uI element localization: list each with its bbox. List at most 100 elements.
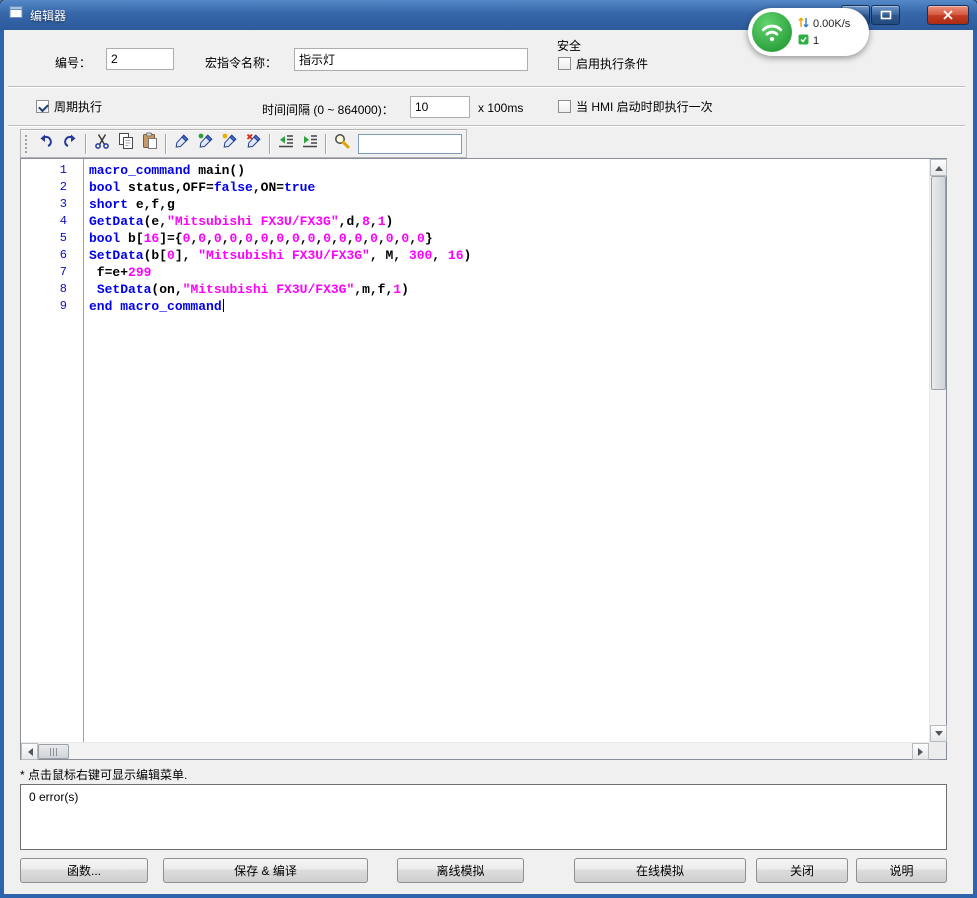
indent-decrease-icon bbox=[277, 132, 295, 155]
scroll-left-button[interactable] bbox=[21, 743, 38, 760]
help-button[interactable]: 说明 bbox=[856, 858, 947, 883]
copy-icon bbox=[117, 132, 135, 155]
scrollbar-corner bbox=[929, 742, 946, 759]
paste-button[interactable] bbox=[138, 132, 162, 156]
offline-simulate-button[interactable]: 离线模拟 bbox=[397, 858, 524, 883]
code-line[interactable]: 7 f=e+299 bbox=[21, 264, 929, 281]
line-number: 1 bbox=[21, 162, 67, 179]
code-line[interactable]: 3short e,f,g bbox=[21, 196, 929, 213]
arrow-right-icon bbox=[918, 748, 927, 756]
editor-window: 编辑器 编号： 宏指令名称： 安全 启用执行条件 周期执行 时间间隔 (0 ~ … bbox=[0, 0, 977, 898]
periodic-checkbox[interactable]: 周期执行 bbox=[36, 98, 102, 115]
interval-input[interactable] bbox=[410, 96, 470, 118]
horizontal-scroll-thumb[interactable] bbox=[38, 744, 69, 759]
run-on-start-checkbox[interactable]: 当 HMI 启动时即执行一次 bbox=[558, 98, 713, 115]
undo-button[interactable] bbox=[34, 132, 58, 156]
cut-icon bbox=[93, 132, 111, 155]
enable-condition-label: 启用执行条件 bbox=[576, 55, 648, 72]
scroll-right-button[interactable] bbox=[912, 743, 929, 760]
horizontal-scrollbar[interactable] bbox=[21, 742, 929, 759]
bookmark-clear-button[interactable] bbox=[242, 132, 266, 156]
cut-button[interactable] bbox=[90, 132, 114, 156]
line-number: 8 bbox=[21, 281, 67, 298]
security-label: 安全 bbox=[557, 37, 581, 54]
badge-count-text: 1 bbox=[813, 35, 819, 47]
macro-name-label: 宏指令名称： bbox=[205, 54, 277, 71]
code-line[interactable]: 4GetData(e,"Mitsubishi FX3U/FX3G",d,8,1) bbox=[21, 213, 929, 230]
scroll-down-button[interactable] bbox=[930, 725, 947, 742]
vertical-scroll-thumb[interactable] bbox=[931, 176, 946, 390]
toolbar-separator bbox=[85, 134, 87, 154]
bookmark-clear-icon bbox=[245, 132, 263, 155]
number-label: 编号： bbox=[55, 54, 91, 71]
bookmark-toggle-icon bbox=[173, 132, 191, 155]
dialog-content: 编号： 宏指令名称： 安全 启用执行条件 周期执行 时间间隔 (0 ~ 8640… bbox=[4, 30, 973, 894]
functions-button[interactable]: 函数... bbox=[20, 858, 148, 883]
interval-label: 时间间隔 (0 ~ 864000)： bbox=[262, 101, 394, 118]
code-line[interactable]: 8 SetData(on,"Mitsubishi FX3U/FX3G",m,f,… bbox=[21, 281, 929, 298]
periodic-label: 周期执行 bbox=[54, 98, 102, 115]
interval-unit-label: x 100ms bbox=[478, 101, 523, 115]
code-pane[interactable]: 1macro_command main()2bool status,OFF=fa… bbox=[21, 159, 929, 742]
indent-increase-icon bbox=[301, 132, 319, 155]
macro-name-input[interactable] bbox=[294, 48, 528, 71]
toolbar-separator bbox=[269, 134, 271, 154]
line-number: 3 bbox=[21, 196, 67, 213]
line-number: 5 bbox=[21, 230, 67, 247]
green-badge-icon bbox=[798, 34, 809, 48]
code-line[interactable]: 5bool b[16]={0,0,0,0,0,0,0,0,0,0,0,0,0,0… bbox=[21, 230, 929, 247]
line-number: 7 bbox=[21, 264, 67, 281]
arrow-down-icon bbox=[935, 731, 943, 740]
network-speed-overlay[interactable]: 0.00K/s 1 bbox=[748, 8, 869, 56]
bookmark-previous-button[interactable] bbox=[218, 132, 242, 156]
editor-toolbar bbox=[20, 129, 467, 158]
checkbox-box[interactable] bbox=[558, 57, 571, 70]
arrow-left-icon bbox=[24, 748, 33, 756]
search-icon bbox=[333, 132, 351, 155]
indent-decrease-button[interactable] bbox=[274, 132, 298, 156]
number-input[interactable] bbox=[106, 48, 174, 70]
enable-condition-checkbox[interactable]: 启用执行条件 bbox=[558, 55, 648, 72]
text-caret bbox=[223, 299, 224, 312]
copy-button[interactable] bbox=[114, 132, 138, 156]
section-divider bbox=[8, 125, 965, 127]
run-on-start-label: 当 HMI 启动时即执行一次 bbox=[576, 98, 713, 115]
code-line[interactable]: 6SetData(b[0], "Mitsubishi FX3U/FX3G", M… bbox=[21, 247, 929, 264]
bookmark-toggle-button[interactable] bbox=[170, 132, 194, 156]
bookmark-next-button[interactable] bbox=[194, 132, 218, 156]
edit-hint-text: * 点击鼠标右键可显示编辑菜单. bbox=[20, 766, 187, 783]
toolbar-grip[interactable] bbox=[25, 135, 30, 153]
app-icon bbox=[9, 5, 24, 25]
bookmark-next-icon bbox=[197, 132, 215, 155]
code-line[interactable]: 9end macro_command bbox=[21, 298, 929, 315]
network-speed-text: 0.00K/s bbox=[813, 18, 850, 30]
line-number: 6 bbox=[21, 247, 67, 264]
indent-increase-button[interactable] bbox=[298, 132, 322, 156]
close-dialog-button[interactable]: 关闭 bbox=[756, 858, 848, 883]
arrow-up-icon bbox=[935, 162, 943, 171]
scroll-up-button[interactable] bbox=[930, 159, 947, 176]
undo-icon bbox=[37, 132, 55, 155]
line-number: 4 bbox=[21, 213, 67, 230]
paste-icon bbox=[141, 132, 159, 155]
toolbar-separator bbox=[165, 134, 167, 154]
redo-button[interactable] bbox=[58, 132, 82, 156]
code-editor[interactable]: 1macro_command main()2bool status,OFF=fa… bbox=[20, 158, 947, 760]
online-simulate-button[interactable]: 在线模拟 bbox=[574, 858, 746, 883]
updown-arrows-icon bbox=[798, 16, 809, 32]
close-button[interactable] bbox=[927, 5, 969, 25]
checkbox-box[interactable] bbox=[558, 100, 571, 113]
redo-icon bbox=[61, 132, 79, 155]
maximize-button[interactable] bbox=[871, 5, 900, 25]
gutter-divider bbox=[83, 159, 84, 742]
toolbar-search-input[interactable] bbox=[358, 134, 462, 154]
toolbar-separator bbox=[325, 134, 327, 154]
search-button[interactable] bbox=[330, 132, 354, 156]
save-compile-button[interactable]: 保存 & 编译 bbox=[163, 858, 368, 883]
checkbox-box[interactable] bbox=[36, 100, 49, 113]
wifi-icon bbox=[752, 12, 792, 52]
vertical-scrollbar[interactable] bbox=[929, 159, 946, 742]
code-line[interactable]: 1macro_command main() bbox=[21, 162, 929, 179]
compile-output-box[interactable]: 0 error(s) bbox=[20, 784, 947, 850]
code-line[interactable]: 2bool status,OFF=false,ON=true bbox=[21, 179, 929, 196]
